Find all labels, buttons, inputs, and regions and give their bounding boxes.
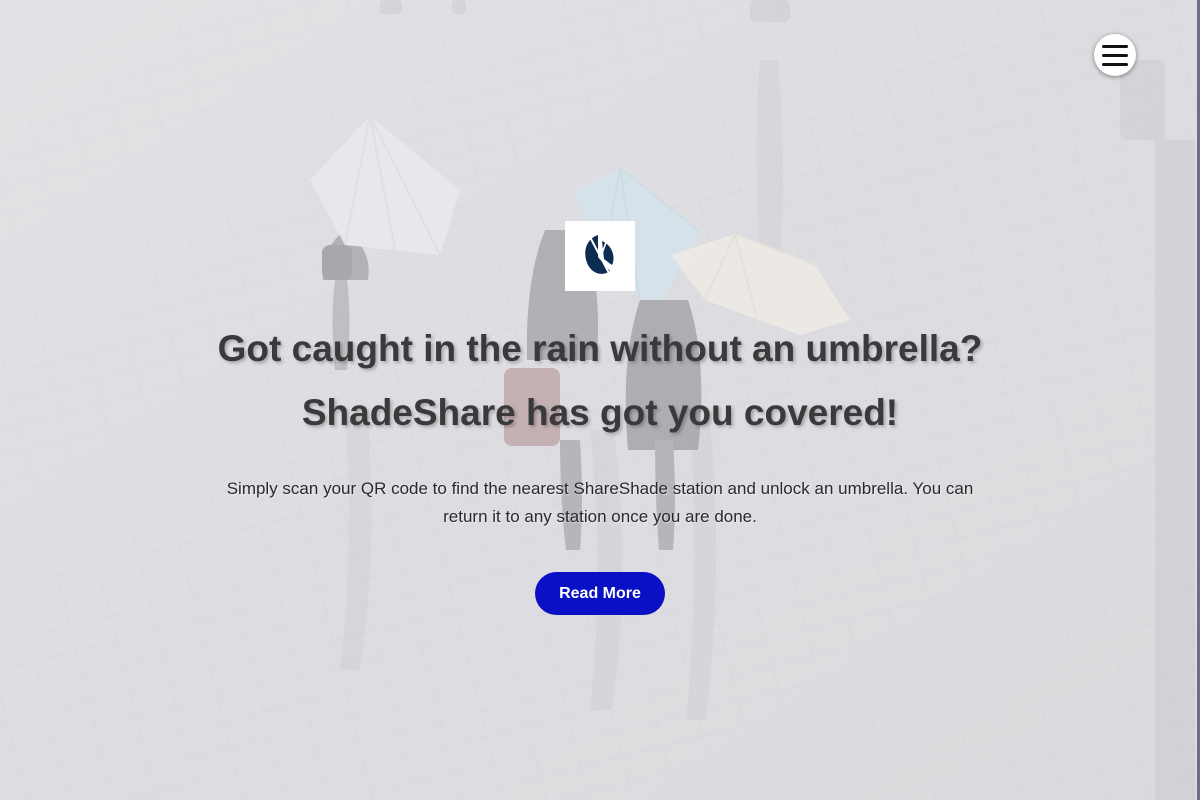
page-title: Got caught in the rain without an umbrel… xyxy=(218,317,983,445)
umbrella-logo-icon xyxy=(585,235,614,276)
hero-description: Simply scan your QR code to find the nea… xyxy=(226,479,974,526)
headline-line-1: Got caught in the rain without an umbrel… xyxy=(217,328,983,369)
hamburger-menu-icon-bar xyxy=(1102,62,1128,66)
hero-section: Got caught in the rain without an umbrel… xyxy=(0,0,1200,800)
headline-line-2: ShadeShare has got you covered! xyxy=(301,392,899,433)
shadeshare-logo xyxy=(565,221,635,291)
hero-content: Got caught in the rain without an umbrel… xyxy=(200,221,1000,615)
hamburger-menu-icon-bar xyxy=(1102,53,1128,57)
hamburger-menu-icon xyxy=(1102,44,1128,48)
menu-button[interactable] xyxy=(1094,34,1136,76)
read-more-button[interactable]: Read More xyxy=(535,572,665,615)
